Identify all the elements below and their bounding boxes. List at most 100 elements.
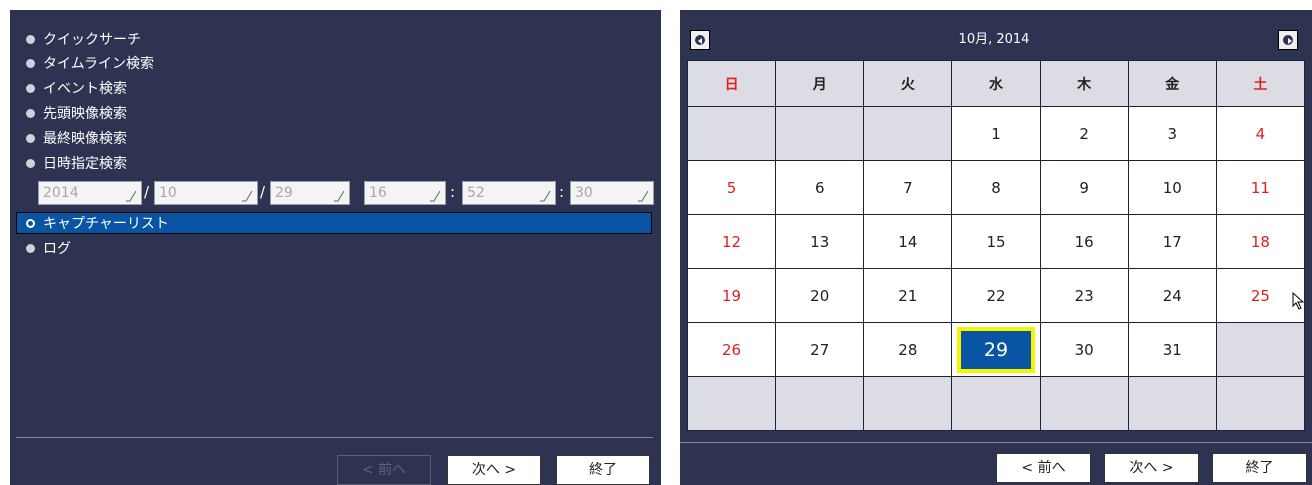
bullet-icon [26,83,35,93]
calendar-day[interactable]: 19 [688,269,776,322]
menu-item-first-video-search[interactable]: 先頭映像検索 [10,103,127,125]
calendar-empty-cell [776,377,864,430]
prev-button[interactable]: < 前へ [996,453,1091,483]
calendar-day[interactable]: 23 [1040,269,1128,322]
calendar-day[interactable]: 27 [776,323,864,376]
menu-item-label: 日時指定検索 [43,156,127,172]
weekday-mon: 月 [776,61,864,106]
calendar-grid: 日 月 火 水 木 金 土 1 2 3 4 5 6 7 8 9 10 11 12… [687,60,1305,431]
weekday-wed: 水 [952,61,1040,106]
calendar-day[interactable]: 11 [1216,161,1304,214]
weekday-sun: 日 [688,61,776,106]
calendar-day[interactable]: 13 [776,215,864,268]
end-button[interactable]: 終了 [556,455,650,485]
calendar-day[interactable]: 15 [952,215,1040,268]
time-separator: : [559,183,565,201]
date-separator: / [144,183,150,201]
selected-day-highlight: 29 [956,326,1035,373]
calendar-empty-cell [1216,377,1304,430]
date-separator: / [260,183,266,201]
footer-divider [680,442,1312,443]
day-field[interactable]: 29 [270,181,350,205]
calendar-day[interactable]: 1 [952,107,1040,160]
second-value: 30 [575,185,593,201]
calendar-day-selected[interactable]: 29 [952,323,1040,376]
calendar-day[interactable]: 17 [1128,215,1216,268]
calendar-day[interactable]: 26 [688,323,776,376]
edit-corner-icon [126,190,137,202]
menu-item-label: クイックサーチ [43,32,141,48]
weekday-sat: 土 [1216,61,1304,106]
calendar-month-title: 10月, 2014 [958,32,1030,47]
bullet-icon [26,58,35,68]
calendar-empty-cell [864,377,952,430]
next-button[interactable]: 次へ > [1104,453,1199,483]
edit-corner-icon [540,190,551,202]
bullet-icon [26,34,35,44]
day-value: 29 [275,185,293,201]
year-field[interactable]: 2014 [38,181,142,205]
end-button[interactable]: 終了 [1212,453,1307,483]
calendar-day[interactable]: 9 [1040,161,1128,214]
hour-value: 16 [369,185,387,201]
menu-item-timeline-search[interactable]: タイムライン検索 [10,53,154,75]
calendar-day[interactable]: 31 [1128,323,1216,376]
calendar-day[interactable]: 5 [688,161,776,214]
calendar-empty-cell [688,377,776,430]
calendar-day[interactable]: 24 [1128,269,1216,322]
calendar-panel: 10月, 2014 日 月 火 水 木 金 土 1 2 3 4 5 6 7 8 … [680,10,1312,485]
bullet-icon [26,243,35,253]
bullet-icon [26,133,35,143]
menu-item-datetime-search[interactable]: 日時指定検索 [10,153,127,175]
calendar-day[interactable]: 8 [952,161,1040,214]
weekday-tue: 火 [864,61,952,106]
month-field[interactable]: 10 [154,181,258,205]
radio-selected-icon [26,218,35,228]
minute-field[interactable]: 52 [462,181,556,205]
calendar-day[interactable]: 28 [864,323,952,376]
prev-button[interactable]: < 前へ [337,455,431,485]
calendar-day[interactable]: 18 [1216,215,1304,268]
menu-item-label: 最終映像検索 [43,131,127,147]
menu-item-capture-list[interactable]: キャプチャーリスト [16,212,652,234]
weekday-fri: 金 [1128,61,1216,106]
calendar-day[interactable]: 25 [1216,269,1304,322]
menu-item-quick-search[interactable]: クイックサーチ [10,29,141,51]
menu-item-event-search[interactable]: イベント検索 [10,78,127,100]
edit-corner-icon [638,190,649,202]
calendar-day[interactable]: 3 [1128,107,1216,160]
menu-item-last-video-search[interactable]: 最終映像検索 [10,128,127,150]
calendar-day[interactable]: 22 [952,269,1040,322]
next-month-button[interactable] [1278,30,1298,50]
calendar-day[interactable]: 20 [776,269,864,322]
next-button[interactable]: 次へ > [447,455,541,485]
second-field[interactable]: 30 [570,181,654,205]
menu-item-log[interactable]: ログ [10,238,71,260]
menu-item-label: キャプチャーリスト [43,216,169,232]
menu-item-label: タイムライン検索 [43,56,155,72]
mouse-cursor-icon [1292,292,1305,310]
calendar-day[interactable]: 4 [1216,107,1304,160]
calendar-day[interactable]: 30 [1040,323,1128,376]
edit-corner-icon [430,190,441,202]
calendar-day[interactable]: 12 [688,215,776,268]
year-value: 2014 [43,185,79,201]
time-separator: : [450,183,456,201]
search-menu-panel: クイックサーチ タイムライン検索 イベント検索 先頭映像検索 最終映像検索 日時… [10,10,661,485]
menu-item-label: イベント検索 [43,81,127,97]
hour-field[interactable]: 16 [364,181,446,205]
calendar-day[interactable]: 10 [1128,161,1216,214]
calendar-day[interactable]: 14 [864,215,952,268]
calendar-day[interactable]: 16 [1040,215,1128,268]
calendar-empty-cell [1216,323,1304,376]
calendar-empty-cell [864,107,952,160]
calendar-day[interactable]: 7 [864,161,952,214]
footer-divider [16,437,653,438]
calendar-day[interactable]: 2 [1040,107,1128,160]
calendar-day[interactable]: 21 [864,269,952,322]
calendar-empty-cell [1040,377,1128,430]
weekday-thu: 木 [1040,61,1128,106]
calendar-empty-cell [952,377,1040,430]
menu-item-label: ログ [43,241,71,257]
calendar-day[interactable]: 6 [776,161,864,214]
